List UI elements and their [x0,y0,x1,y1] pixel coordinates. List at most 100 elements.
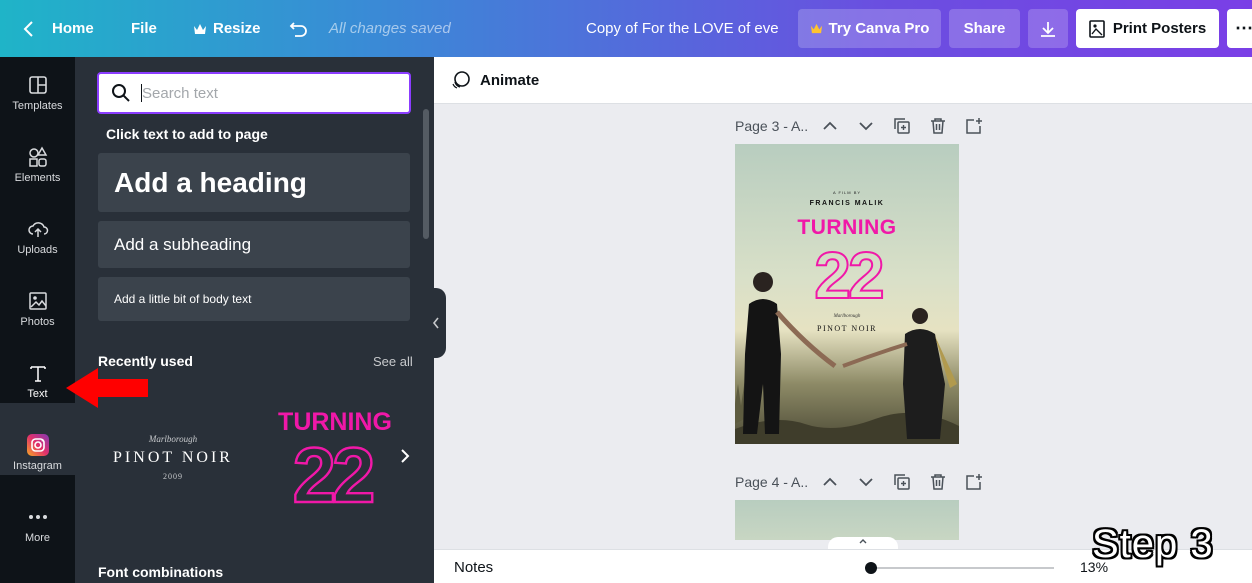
nav-templates[interactable]: Templates [0,57,75,129]
add-body-text-button[interactable]: Add a little bit of body text [98,277,410,321]
print-label: Print Posters [1112,20,1207,37]
poster-director: FRANCIS MALIK [809,200,885,207]
chevron-up-icon [859,539,867,544]
page-4-title[interactable]: Page 4 - A.. [735,474,808,490]
nav-uploads-label: Uploads [17,244,58,256]
file-label: File [131,20,157,37]
templates-icon [28,76,47,94]
animate-button[interactable]: Animate [480,72,539,89]
nav-more-label: More [24,532,51,544]
chevron-down-icon[interactable] [857,473,875,491]
instagram-icon [26,434,49,456]
document-title[interactable]: Copy of For the LOVE of eve [586,0,779,57]
add-page-icon[interactable] [965,473,983,491]
nav-text[interactable]: Text [0,345,75,417]
nav-instagram[interactable]: Instagram [0,417,75,489]
poster-title: TURNING [797,216,897,239]
trash-icon[interactable] [929,473,947,491]
crown-icon [810,23,822,34]
elements-icon [28,146,47,167]
nav-templates-label: Templates [12,100,63,112]
chevron-up-icon[interactable] [821,473,839,491]
duplicate-page-icon[interactable] [893,117,911,135]
search-input[interactable] [142,84,382,102]
nav-photos[interactable]: Photos [0,273,75,345]
nav-elements[interactable]: Elements [0,129,75,201]
combo-year-text: 2009 [163,471,183,481]
combo-main-text: PINOT NOIR [113,448,233,466]
poster-number-graphic: 22 [813,242,887,304]
crown-icon [194,23,206,34]
turning-22-preview: TURNING 22 [278,408,392,520]
text-t-icon [29,366,46,382]
more-options-button[interactable]: ⋯ [1227,9,1252,48]
search-icon [112,84,130,102]
font-combo-pinot-noir[interactable]: Marlborough PINOT NOIR 2009 [98,402,248,512]
save-status: All changes saved [329,20,451,37]
nav-uploads[interactable]: Uploads [0,201,75,273]
nav-more[interactable]: More [0,489,75,561]
cloud-upload-icon [27,222,48,237]
file-menu[interactable]: File [131,0,157,57]
side-nav: Templates Elements Uploads Photos Text I… [0,57,75,583]
trash-icon[interactable] [929,117,947,135]
collapse-panel-button[interactable] [426,288,446,358]
undo-icon [289,21,307,37]
font-combo-turning-22[interactable]: TURNING 22 [270,402,400,520]
red-arrow-annotation [66,368,148,408]
animate-toolbar: Animate [434,57,1252,104]
zoom-slider-handle[interactable] [865,562,877,574]
see-all-link[interactable]: See all [373,354,413,369]
chevron-down-icon[interactable] [857,117,875,135]
undo-button[interactable] [289,0,309,57]
animate-icon [452,71,470,89]
text-panel: Click text to add to page Add a heading … [75,57,434,583]
share-button[interactable]: Share [949,9,1020,48]
nav-text-label: Text [27,388,48,400]
add-heading-button[interactable]: Add a heading [98,153,410,212]
try-pro-label: Try Canva Pro [828,20,930,37]
resize-button[interactable]: Resize [193,0,261,57]
home-label: Home [52,20,94,37]
poster-number: 22 [814,242,883,304]
page-4-header: Page 4 - A.. [735,470,982,494]
poster-pinot-noir: PINOT NOIR [817,324,877,333]
step-label: Step 3 [1092,522,1214,566]
poster-film-by: A FILM BY [832,190,862,195]
panel-scrollbar[interactable] [423,109,429,239]
nav-instagram-label: Instagram [13,460,62,472]
resize-label: Resize [213,20,261,37]
chevron-right-icon[interactable] [398,447,412,465]
download-icon [1041,21,1055,37]
click-to-add-label: Click text to add to page [106,126,268,142]
poster-marlborough: Marlborough [833,314,861,319]
nav-photos-label: Photos [20,316,55,328]
page-3-header: Page 3 - A.. [735,114,982,138]
page-3-title[interactable]: Page 3 - A.. [735,118,808,134]
zoom-slider-track[interactable] [874,567,1054,569]
add-subheading-button[interactable]: Add a subheading [98,221,410,268]
nav-elements-label: Elements [14,172,61,184]
top-bar: Home File Resize All changes saved Copy … [0,0,1252,57]
poster-page-4[interactable] [735,500,959,540]
download-button[interactable] [1028,9,1068,48]
photo-icon [28,292,47,310]
combo-number-text: 22 [293,431,373,512]
poster-page-3[interactable]: A FILM BY FRANCIS MALIK TURNING 22 Marlb… [735,144,959,444]
more-dots-icon [28,515,47,519]
chevron-left-icon [432,317,439,329]
add-page-icon[interactable] [965,117,983,135]
chevron-left-icon [23,20,33,37]
share-label: Share [963,20,1006,37]
search-box[interactable] [97,72,411,114]
combo-small-text: Marlborough [148,433,198,444]
font-combinations-heading: Font combinations [98,564,224,580]
chevron-up-icon[interactable] [821,117,839,135]
duplicate-page-icon[interactable] [893,473,911,491]
poster-icon [1089,19,1105,38]
notes-button[interactable]: Notes [454,559,493,576]
print-posters-button[interactable]: Print Posters [1076,9,1219,48]
home-button[interactable]: Home [22,0,94,57]
more-label: ⋯ [1235,18,1252,38]
try-canva-pro-button[interactable]: Try Canva Pro [798,9,941,48]
